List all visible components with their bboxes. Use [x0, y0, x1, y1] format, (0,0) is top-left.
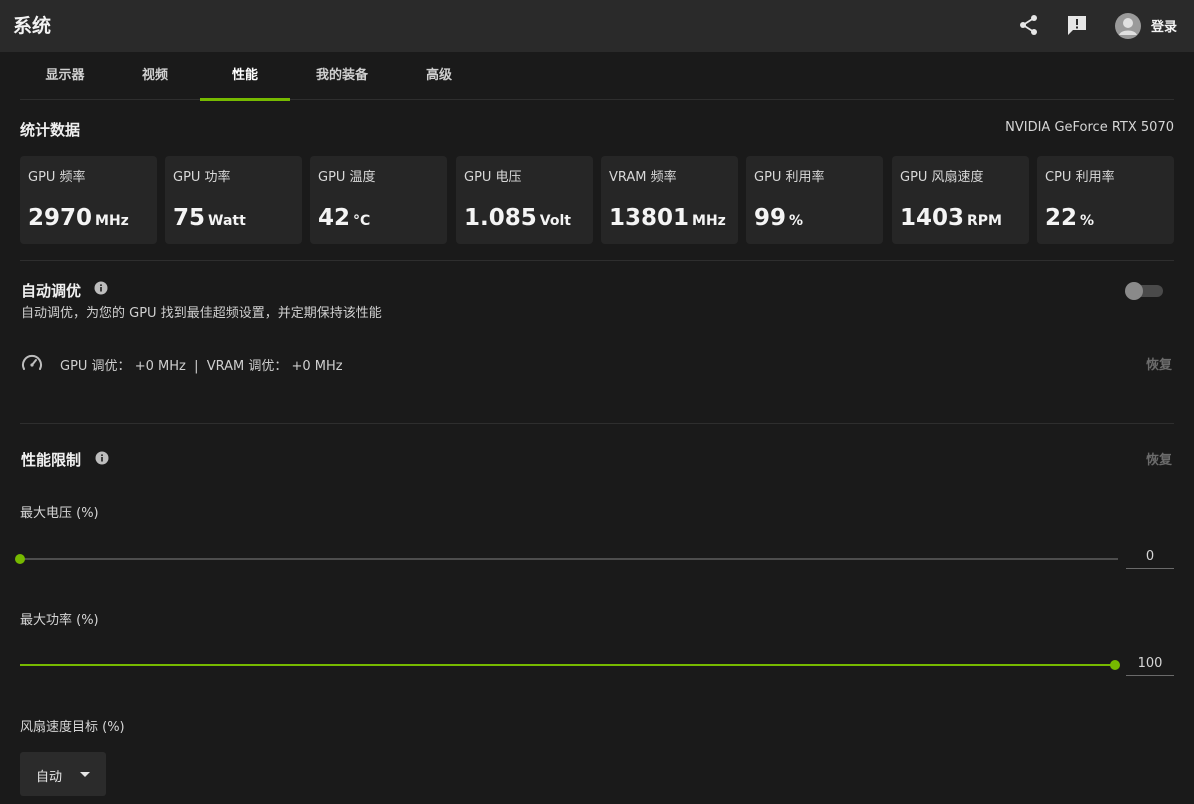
divider	[20, 423, 1174, 424]
stat-label: GPU 风扇速度	[900, 170, 984, 185]
app-title: 系统	[13, 15, 52, 37]
stat-card-vram-clock: VRAM 频率 13801 MHz	[601, 156, 738, 244]
autotune-restore-button[interactable]: 恢复	[1146, 354, 1172, 373]
gpu-name: NVIDIA GeForce RTX 5070	[1005, 120, 1174, 135]
tab-display[interactable]: 显示器	[20, 52, 110, 100]
stat-card-gpu-clock: GPU 频率 2970 MHz	[20, 156, 157, 244]
stat-label: VRAM 频率	[609, 170, 677, 185]
stat-card-gpu-utilization: GPU 利用率 99%	[746, 156, 883, 244]
stat-label: GPU 温度	[318, 170, 376, 185]
stat-number: 99	[754, 205, 787, 231]
login-button[interactable]: 登录	[1151, 16, 1177, 35]
stat-number: 1403	[900, 205, 965, 231]
divider	[20, 260, 1174, 261]
stats-title: 统计数据	[20, 121, 81, 139]
stat-value: 99%	[754, 205, 803, 231]
limits-restore-button[interactable]: 恢复	[1146, 449, 1172, 468]
stat-value: 1403 RPM	[900, 205, 1002, 231]
tab-my-rig[interactable]: 我的装备	[304, 52, 380, 100]
max-power-value[interactable]: 100	[1126, 654, 1174, 676]
stat-card-gpu-power: GPU 功率 75 Watt	[165, 156, 302, 244]
stat-unit: Watt	[208, 213, 246, 229]
stat-unit: MHz	[692, 213, 726, 229]
stat-number: 22	[1045, 205, 1078, 231]
max-power-slider[interactable]	[20, 658, 1120, 672]
stat-card-gpu-fan-speed: GPU 风扇速度 1403 RPM	[892, 156, 1029, 244]
stat-number: 75	[173, 205, 206, 231]
info-icon[interactable]	[95, 451, 109, 465]
max-voltage-label: 最大电压 (%)	[20, 506, 99, 521]
tab-bar: 显示器 视频 性能 我的装备 高级	[20, 52, 1174, 101]
stat-card-gpu-temp: GPU 温度 42 °C	[310, 156, 447, 244]
tab-advanced[interactable]: 高级	[414, 52, 464, 100]
caret-down-icon	[80, 772, 90, 777]
slider-thumb[interactable]	[1110, 660, 1120, 670]
slider-fill	[20, 664, 1115, 666]
stat-card-gpu-voltage: GPU 电压 1.085 Volt	[456, 156, 593, 244]
stat-unit: MHz	[95, 213, 129, 229]
tab-video[interactable]: 视频	[110, 52, 200, 100]
stat-unit: RPM	[967, 213, 1002, 229]
stat-label: GPU 频率	[28, 170, 86, 185]
stat-value: 2970 MHz	[28, 205, 129, 231]
title-bar: 系统 登录	[0, 0, 1194, 52]
slider-track	[20, 558, 1118, 560]
tab-performance[interactable]: 性能	[200, 52, 290, 101]
stat-value: 13801 MHz	[609, 205, 726, 231]
stat-card-cpu-utilization: CPU 利用率 22%	[1037, 156, 1174, 244]
max-voltage-value[interactable]: 0	[1126, 547, 1174, 569]
info-icon[interactable]	[94, 281, 108, 295]
tab-performance-label: 性能	[231, 68, 258, 83]
stat-label: GPU 利用率	[754, 170, 825, 185]
stat-unit: Volt	[539, 213, 571, 229]
stat-number: 1.085	[464, 205, 537, 231]
stat-value: 42 °C	[318, 205, 370, 231]
limits-title: 性能限制	[21, 451, 82, 469]
fan-target-select[interactable]: 自动	[20, 752, 106, 796]
autotune-title: 自动调优	[21, 282, 82, 300]
stat-number: 2970	[28, 205, 93, 231]
share-icon[interactable]	[1016, 12, 1042, 38]
fan-target-label: 风扇速度目标 (%)	[20, 720, 125, 735]
fan-target-selected: 自动	[36, 770, 63, 785]
stat-unit: °C	[353, 213, 371, 229]
stat-label: GPU 功率	[173, 170, 231, 185]
active-tab-indicator	[200, 98, 290, 101]
autotune-description: 自动调优，为您的 GPU 找到最佳超频设置，并定期保持该性能	[21, 306, 382, 321]
stat-number: 13801	[609, 205, 690, 231]
stat-number: 42	[318, 205, 351, 231]
avatar[interactable]	[1114, 12, 1142, 40]
overclock-offsets: GPU 调优： +0 MHz | VRAM 调优： +0 MHz	[60, 359, 343, 374]
stat-value: 75 Watt	[173, 205, 246, 231]
slider-thumb[interactable]	[15, 554, 25, 564]
stat-value: 22%	[1045, 205, 1094, 231]
max-voltage-slider[interactable]	[15, 552, 1118, 566]
max-power-label: 最大功率 (%)	[20, 613, 99, 628]
stat-label: GPU 电压	[464, 170, 522, 185]
speedometer-icon	[22, 354, 42, 370]
autotune-toggle[interactable]	[1125, 282, 1163, 300]
feedback-icon[interactable]	[1064, 12, 1090, 38]
stat-label: CPU 利用率	[1045, 170, 1115, 185]
toggle-knob	[1125, 282, 1143, 300]
stat-unit: %	[1080, 213, 1095, 229]
stat-unit: %	[789, 213, 804, 229]
stat-value: 1.085 Volt	[464, 205, 571, 231]
